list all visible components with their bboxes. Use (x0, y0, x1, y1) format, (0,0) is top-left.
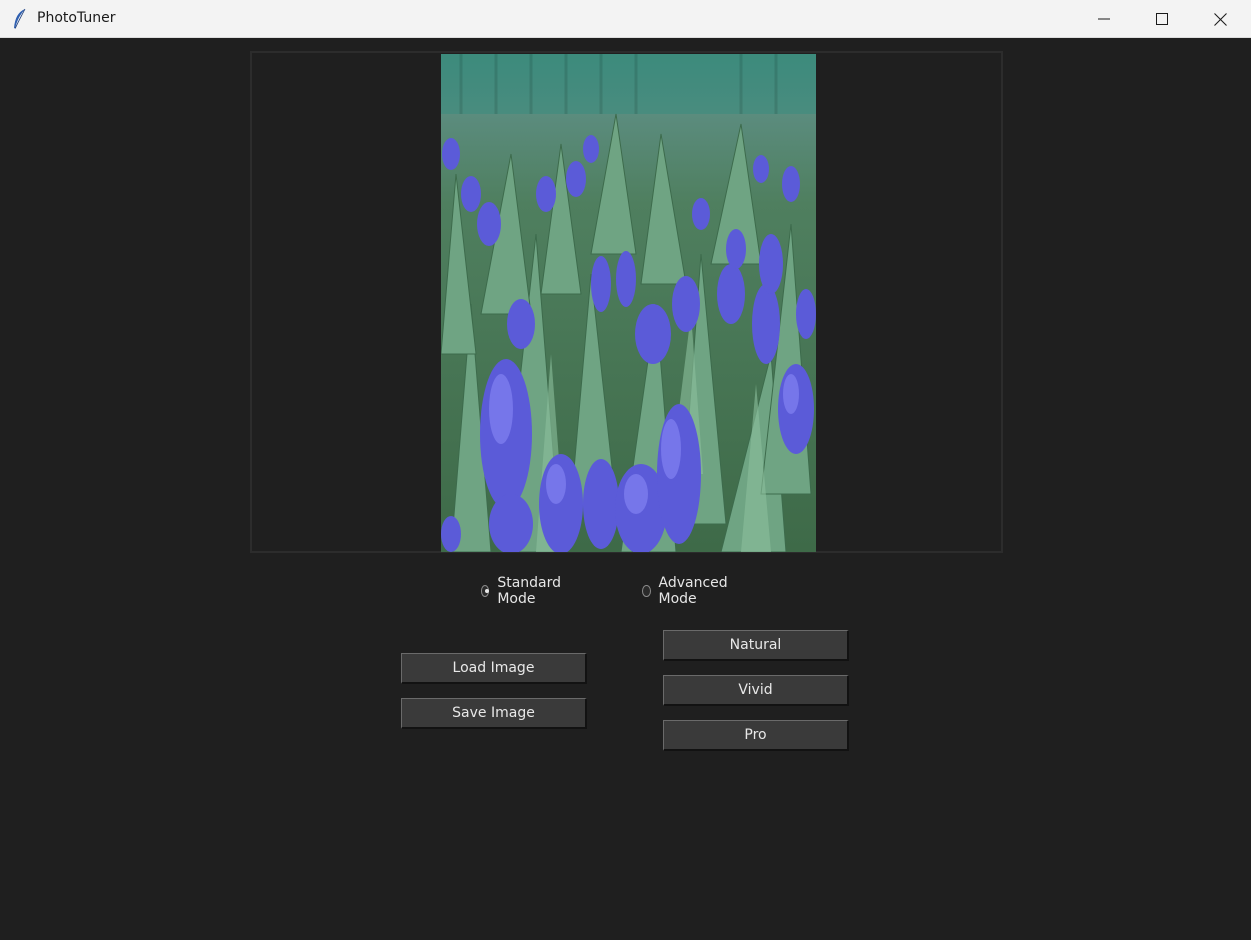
title-bar[interactable]: PhotoTuner (0, 0, 1251, 38)
standard-mode-label: Standard Mode (497, 575, 562, 607)
load-image-button[interactable]: Load Image (401, 653, 587, 684)
natural-preset-button[interactable]: Natural (663, 630, 849, 661)
app-window: PhotoTuner Standard Mode Advanced Mode L… (0, 0, 1251, 940)
advanced-mode-radio[interactable]: Advanced Mode (642, 575, 731, 607)
hyacinth-photo (441, 54, 816, 552)
radio-selected-indicator[interactable] (481, 585, 490, 597)
vivid-preset-button[interactable]: Vivid (663, 675, 849, 706)
image-preview-panel (250, 51, 1003, 553)
maximize-icon (1156, 13, 1168, 25)
close-button[interactable] (1191, 0, 1249, 38)
advanced-mode-label: Advanced Mode (658, 575, 728, 607)
minimize-icon (1098, 18, 1110, 20)
minimize-button[interactable] (1075, 0, 1133, 38)
standard-mode-radio[interactable]: Standard Mode (481, 575, 565, 607)
window-title: PhotoTuner (37, 10, 116, 26)
app-content: Standard Mode Advanced Mode Load Image S… (1, 38, 1250, 939)
save-image-button[interactable]: Save Image (401, 698, 587, 729)
radio-unselected-indicator[interactable] (642, 585, 651, 597)
preview-image (441, 54, 816, 552)
feather-icon (14, 8, 26, 29)
close-icon (1213, 12, 1227, 26)
pro-preset-button[interactable]: Pro (663, 720, 849, 751)
maximize-button[interactable] (1133, 0, 1191, 38)
